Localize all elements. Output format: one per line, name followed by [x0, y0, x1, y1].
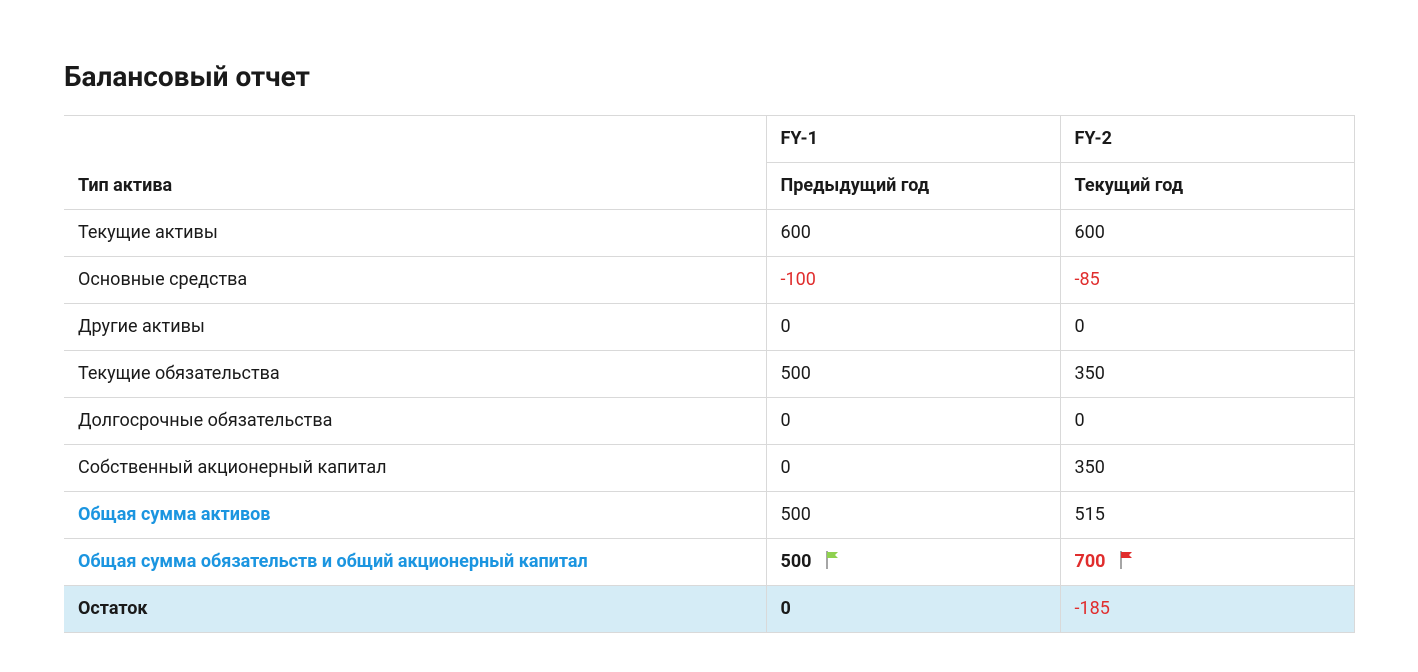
flag-icon: [826, 551, 842, 569]
row-label: Долгосрочные обязательства: [64, 398, 766, 445]
row-fy1: 0: [766, 398, 1060, 445]
row-fy2: 515: [1060, 492, 1354, 539]
row-fy2: -85: [1060, 257, 1354, 304]
table-row: Основные средства -100 -85: [64, 257, 1354, 304]
row-fy1: 500: [766, 539, 1060, 586]
header-asset-type: Тип актива: [64, 163, 766, 210]
report-title: Балансовый отчет: [64, 60, 1354, 93]
flag-icon: [1120, 551, 1136, 569]
row-fy2: 0: [1060, 304, 1354, 351]
header-fy2-super: FY-2: [1060, 116, 1354, 163]
table-row: Текущие обязательства 500 350: [64, 351, 1354, 398]
row-fy1: 0: [766, 586, 1060, 633]
row-label: Текущие активы: [64, 210, 766, 257]
row-fy2-value: 700: [1075, 551, 1106, 572]
row-label: Общая сумма активов: [64, 492, 766, 539]
header-fy1-super: FY-1: [766, 116, 1060, 163]
row-label: Собственный акционерный капитал: [64, 445, 766, 492]
row-fy2: 350: [1060, 351, 1354, 398]
row-fy2: -185: [1060, 586, 1354, 633]
balance-table: FY-1 FY-2 Тип актива Предыдущий год Теку…: [64, 115, 1355, 633]
row-fy2: 700: [1060, 539, 1354, 586]
row-fy2: 350: [1060, 445, 1354, 492]
table-row-total-liab-equity: Общая сумма обязательств и общий акционе…: [64, 539, 1354, 586]
header-fy1-sub: Предыдущий год: [766, 163, 1060, 210]
row-label: Другие активы: [64, 304, 766, 351]
table-row-balance: Остаток 0 -185: [64, 586, 1354, 633]
table-row: Другие активы 0 0: [64, 304, 1354, 351]
row-fy1: 0: [766, 304, 1060, 351]
table-row-total-assets: Общая сумма активов 500 515: [64, 492, 1354, 539]
row-fy2: 600: [1060, 210, 1354, 257]
row-fy1: 500: [766, 492, 1060, 539]
table-row: Текущие активы 600 600: [64, 210, 1354, 257]
table-header-row-2: Тип актива Предыдущий год Текущий год: [64, 163, 1354, 210]
row-fy1: -100: [766, 257, 1060, 304]
header-empty: [64, 116, 766, 163]
row-label: Общая сумма обязательств и общий акционе…: [64, 539, 766, 586]
row-label: Основные средства: [64, 257, 766, 304]
row-label: Остаток: [64, 586, 766, 633]
row-fy1: 0: [766, 445, 1060, 492]
row-fy1-value: 500: [781, 551, 812, 572]
row-fy1: 500: [766, 351, 1060, 398]
table-header-row-1: FY-1 FY-2: [64, 116, 1354, 163]
table-row: Долгосрочные обязательства 0 0: [64, 398, 1354, 445]
table-row: Собственный акционерный капитал 0 350: [64, 445, 1354, 492]
row-fy2: 0: [1060, 398, 1354, 445]
header-fy2-sub: Текущий год: [1060, 163, 1354, 210]
row-label: Текущие обязательства: [64, 351, 766, 398]
row-fy1: 600: [766, 210, 1060, 257]
